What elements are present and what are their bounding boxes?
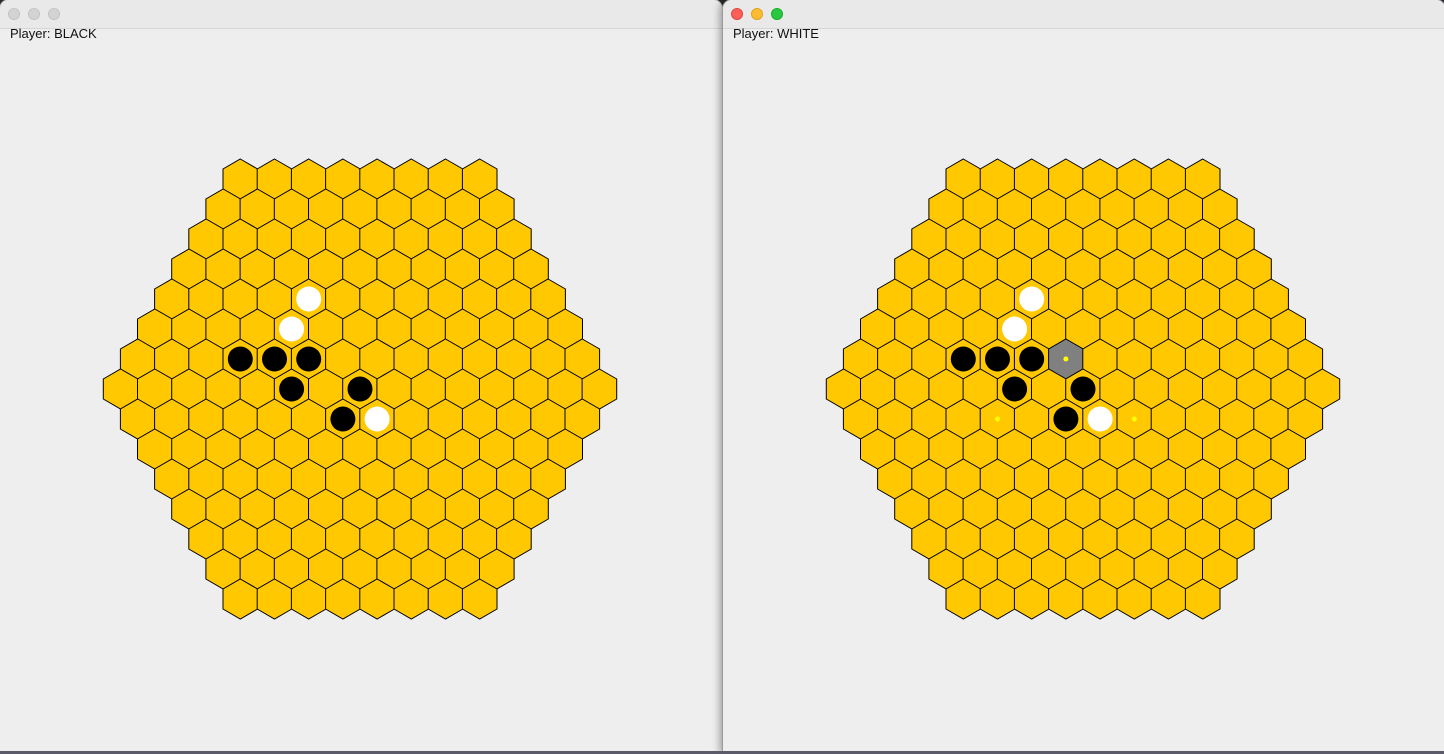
black-stone[interactable]	[330, 406, 356, 432]
black-stone[interactable]	[985, 346, 1010, 372]
black-stone[interactable]	[296, 346, 322, 372]
game-window-black: Player: BLACK	[0, 0, 722, 754]
black-stone[interactable]	[1070, 376, 1096, 402]
white-stone[interactable]	[1019, 286, 1045, 312]
black-stone[interactable]	[347, 376, 373, 402]
black-stone[interactable]	[1019, 346, 1045, 372]
legal-move-dot	[1063, 356, 1069, 362]
black-stone[interactable]	[262, 346, 287, 372]
legal-move-dot	[995, 416, 1000, 422]
white-stone[interactable]	[364, 406, 390, 432]
white-stone[interactable]	[1002, 316, 1028, 342]
white-stone[interactable]	[296, 286, 322, 312]
black-stone[interactable]	[950, 346, 976, 372]
legal-move-dot	[1131, 416, 1137, 422]
game-window-white: Player: WHITE	[723, 0, 1444, 754]
black-stone[interactable]	[1053, 406, 1079, 432]
black-stone[interactable]	[1002, 376, 1028, 402]
black-stone[interactable]	[279, 376, 305, 402]
hex-board[interactable]	[0, 0, 722, 754]
white-stone[interactable]	[1087, 406, 1113, 432]
white-stone[interactable]	[279, 316, 305, 342]
hex-board[interactable]	[723, 0, 1444, 754]
black-stone[interactable]	[227, 346, 253, 372]
